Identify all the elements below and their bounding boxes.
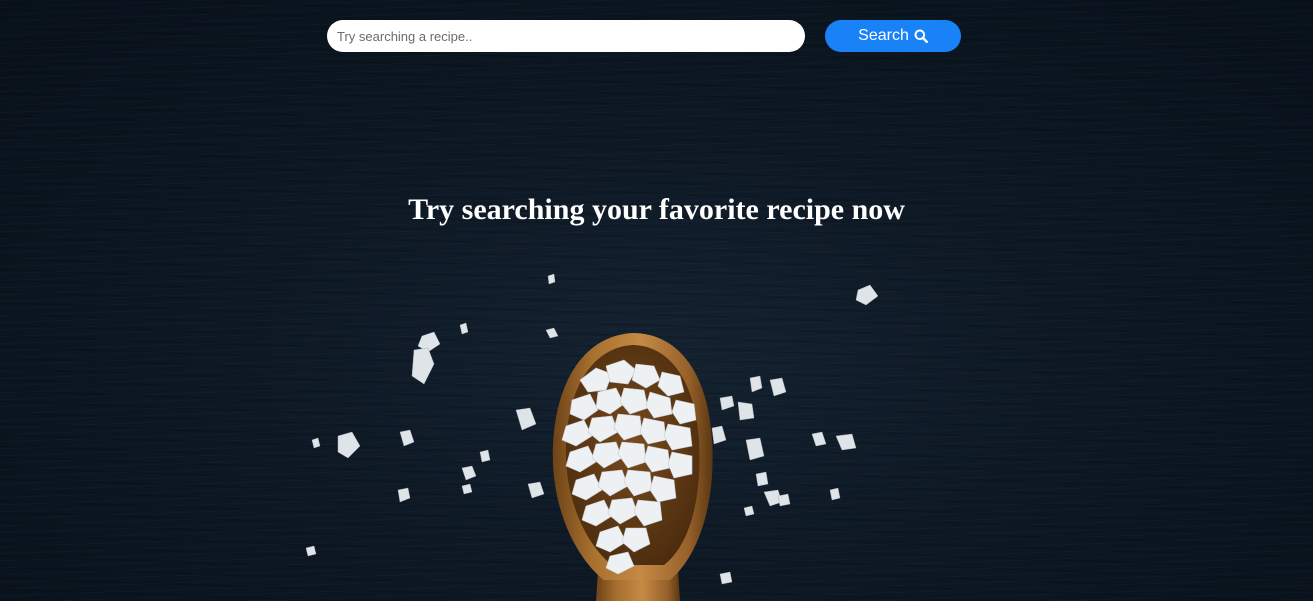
salt-spoon-image: [305, 273, 879, 601]
search-button[interactable]: Search: [825, 20, 961, 52]
search-input[interactable]: [327, 20, 805, 52]
hero-headline: Try searching your favorite recipe now: [408, 193, 905, 226]
search-icon: [914, 29, 928, 43]
search-bar: Search: [327, 20, 961, 52]
search-button-label: Search: [858, 27, 909, 44]
